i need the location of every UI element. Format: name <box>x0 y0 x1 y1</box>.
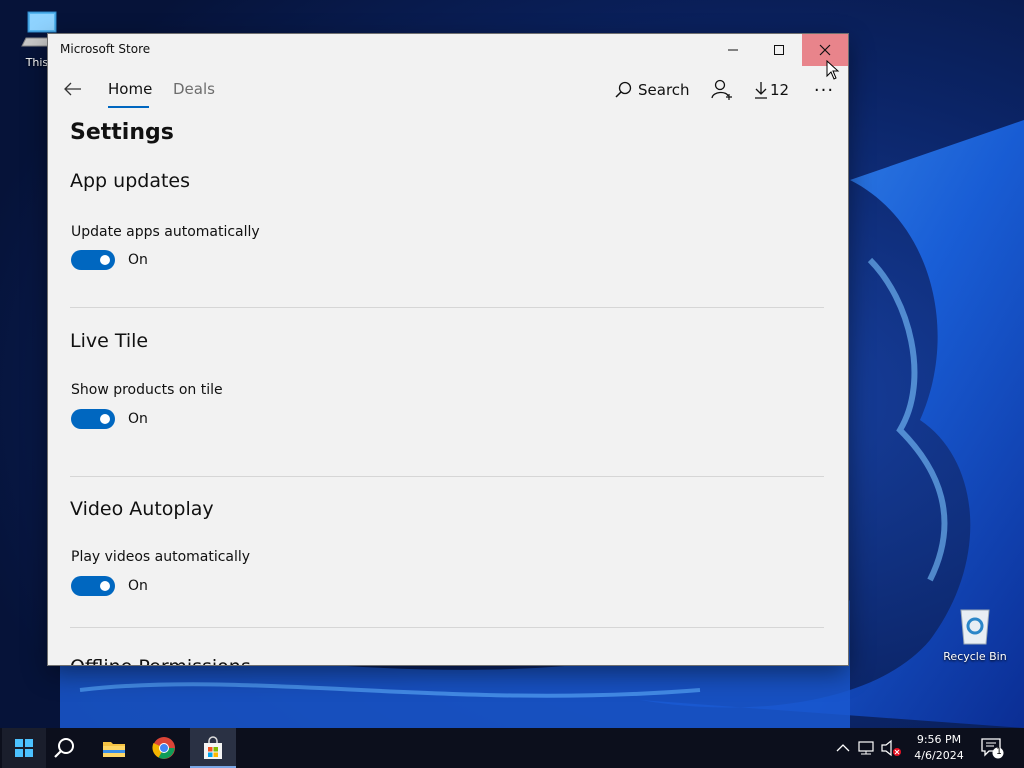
section-title: Offline Permissions <box>70 656 824 665</box>
setting-label: Play videos automatically <box>71 549 251 565</box>
search-icon <box>615 81 632 98</box>
add-account-icon <box>711 79 732 100</box>
more-options-button[interactable]: ··· <box>810 76 838 104</box>
more-icon: ··· <box>813 79 835 101</box>
close-button[interactable] <box>802 34 848 66</box>
settings-section-offline-permissions: Offline Permissions <box>70 656 824 665</box>
section-title: Live Tile <box>70 330 149 352</box>
settings-section-app-updates: App updates Update apps automatically On <box>70 170 824 350</box>
setting-label: Update apps automatically <box>71 224 260 240</box>
section-title: Video Autoplay <box>70 498 214 520</box>
toggle-knob <box>100 581 110 591</box>
minimize-icon <box>728 49 738 51</box>
toggle-state: On <box>128 578 148 594</box>
download-icon <box>755 82 767 99</box>
back-button[interactable] <box>60 76 86 102</box>
setting-label: Show products on tile <box>71 382 223 398</box>
store-bag-icon <box>204 736 222 759</box>
taskbar-search-button[interactable] <box>42 728 86 768</box>
search-button[interactable]: Search <box>614 78 690 102</box>
taskbar: 9:56 PM 4/6/2024 1 <box>0 728 1024 768</box>
taskbar-file-explorer[interactable] <box>92 728 136 768</box>
folder-icon <box>103 742 125 757</box>
play-videos-toggle[interactable] <box>71 576 115 596</box>
store-app-bar: Home Deals Search 12 ··· <box>48 70 848 110</box>
desktop-icon-label: Recycle Bin <box>943 650 1007 663</box>
system-tray <box>836 728 902 768</box>
account-button[interactable] <box>708 76 736 104</box>
toggle-knob <box>100 255 110 265</box>
downloads-button[interactable]: 12 <box>754 78 789 102</box>
toggle-knob <box>100 414 110 424</box>
selected-tab-indicator <box>108 106 149 108</box>
network-icon[interactable] <box>856 740 876 756</box>
chevron-up-icon[interactable] <box>836 743 850 753</box>
microsoft-store-window: Microsoft Store Home Deals Search 12 ···… <box>48 34 848 665</box>
start-button[interactable] <box>2 728 46 768</box>
minimize-button[interactable] <box>710 34 756 66</box>
back-arrow-icon <box>64 82 81 96</box>
maximize-button[interactable] <box>756 34 802 66</box>
mouse-cursor-icon <box>826 60 840 80</box>
taskbar-clock[interactable]: 9:56 PM 4/6/2024 <box>904 732 974 764</box>
section-title: App updates <box>70 170 191 192</box>
section-divider <box>70 476 824 477</box>
section-divider <box>70 307 824 308</box>
settings-section-video-autoplay: Video Autoplay Play videos automatically… <box>70 498 824 665</box>
search-icon <box>54 738 74 758</box>
page-title: Settings <box>70 120 174 145</box>
search-label: Search <box>638 81 690 99</box>
windows-logo-icon <box>15 739 33 757</box>
tab-home[interactable]: Home <box>108 80 152 98</box>
tab-deals[interactable]: Deals <box>173 80 215 98</box>
chrome-icon <box>152 737 175 759</box>
taskbar-microsoft-store[interactable] <box>190 728 236 768</box>
show-products-toggle[interactable] <box>71 409 115 429</box>
notification-count: 1 <box>996 747 1002 757</box>
settings-page: Settings App updates Update apps automat… <box>48 112 848 665</box>
close-icon <box>819 44 831 56</box>
update-apps-toggle[interactable] <box>71 250 115 270</box>
recycle-bin-icon <box>953 602 997 646</box>
settings-section-live-tile: Live Tile Show products on tile On <box>70 330 824 510</box>
window-title: Microsoft Store <box>60 42 151 56</box>
clock-date: 4/6/2024 <box>914 749 964 762</box>
taskbar-chrome[interactable] <box>142 728 186 768</box>
desktop-icon-recycle-bin[interactable]: Recycle Bin <box>942 602 1008 663</box>
clock-time: 9:56 PM <box>916 733 962 746</box>
toggle-state: On <box>128 411 148 427</box>
maximize-icon <box>774 45 784 55</box>
toggle-state: On <box>128 252 148 268</box>
notification-center-button[interactable]: 1 <box>980 736 1004 760</box>
downloads-count: 12 <box>770 81 790 99</box>
section-divider <box>70 627 824 628</box>
volume-muted-icon[interactable] <box>880 739 902 757</box>
title-bar[interactable]: Microsoft Store <box>48 34 848 66</box>
